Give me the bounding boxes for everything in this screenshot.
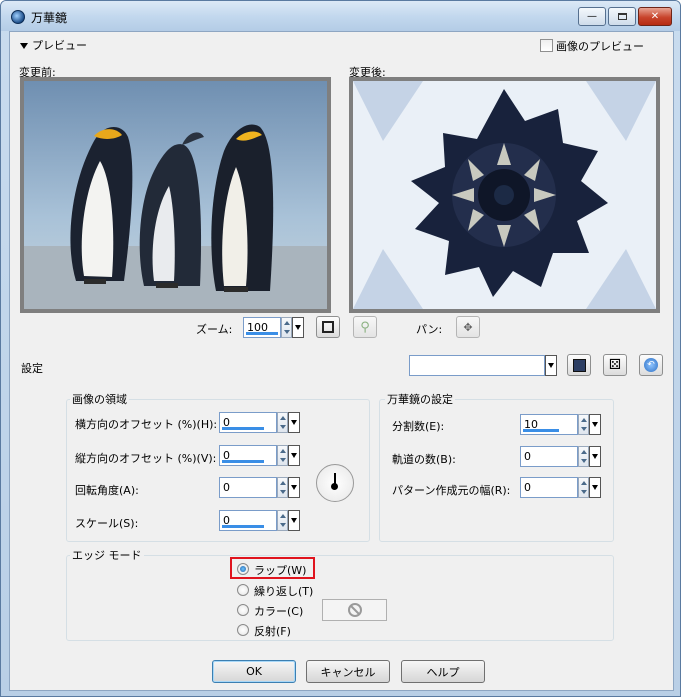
v-offset-bar [222, 460, 264, 463]
edge-reflect-radio[interactable] [237, 624, 249, 636]
maximize-icon [617, 13, 627, 20]
edge-reflect-label: 反射(F) [254, 625, 291, 638]
no-color-icon [347, 603, 362, 617]
pattern-width-dropdown[interactable] [589, 477, 601, 498]
dice-icon: ⚄ [608, 357, 622, 373]
scale-dropdown[interactable] [288, 510, 300, 531]
rotation-dropdown[interactable] [288, 477, 300, 498]
divisions-input[interactable]: 10 [520, 414, 578, 435]
rotation-dial[interactable] [316, 464, 354, 502]
rotation-spinner[interactable] [277, 477, 288, 498]
close-icon: ✕ [650, 11, 660, 22]
rotation-label: 回転角度(A): [75, 484, 139, 497]
image-preview-label: 画像のプレビュー [556, 40, 644, 53]
penguins-image [24, 81, 327, 309]
rotation-input[interactable]: 0 [219, 477, 277, 498]
v-offset-input[interactable]: 0 [219, 445, 277, 466]
divisions-spinner[interactable] [578, 414, 589, 435]
zoom-bar [246, 332, 278, 335]
help-button[interactable]: ヘルプ [401, 660, 485, 683]
orbits-spinner[interactable] [578, 446, 589, 467]
pattern-width-label: パターン作成元の幅(R): [392, 484, 511, 497]
random-button[interactable]: ⚄ [603, 354, 627, 376]
edge-mode-group [66, 555, 614, 641]
window-title: 万華鏡 [31, 11, 68, 25]
preset-input[interactable] [409, 355, 545, 376]
title-bar[interactable]: 万華鏡 — ✕ [1, 1, 680, 31]
v-offset-spinner[interactable] [277, 445, 288, 466]
reset-button[interactable]: ↶ [639, 354, 663, 376]
divisions-bar [523, 429, 559, 432]
edge-wrap-radio[interactable] [237, 563, 249, 575]
scale-spinner[interactable] [277, 510, 288, 531]
pan-label: パン: [416, 323, 443, 336]
app-icon [11, 10, 25, 24]
orbits-input[interactable]: 0 [520, 446, 578, 467]
orbits-value: 0 [524, 450, 531, 463]
rotation-value: 0 [223, 481, 230, 494]
image-preview-checkbox[interactable] [540, 39, 553, 52]
h-offset-spinner[interactable] [277, 412, 288, 433]
dialog-window: 万華鏡 — ✕ プレビュー 画像のプレビュー 変更前: 変更後: ズーム: 10… [0, 0, 681, 697]
pan-icon: ✥ [463, 320, 473, 334]
maximize-button[interactable] [608, 7, 636, 26]
minimize-button[interactable]: — [578, 7, 606, 26]
pattern-width-spinner[interactable] [578, 477, 589, 498]
edge-repeat-radio[interactable] [237, 584, 249, 596]
scale-input[interactable]: 0 [219, 510, 277, 531]
edge-color-swatch[interactable] [322, 599, 387, 621]
zoom-fit-button[interactable] [316, 316, 340, 338]
h-offset-dropdown[interactable] [288, 412, 300, 433]
edge-color-radio[interactable] [237, 604, 249, 616]
dialog-client: プレビュー 画像のプレビュー 変更前: 変更後: ズーム: 100 ⚲ パン: … [9, 31, 674, 691]
v-offset-label: 縦方向のオフセット (%)(V): [75, 452, 217, 465]
edge-repeat-label: 繰り返し(T) [254, 585, 314, 598]
zoom-fit-icon [322, 321, 334, 333]
h-offset-bar [222, 427, 264, 430]
preview-toggle[interactable]: プレビュー [20, 37, 87, 53]
zoom-dropdown[interactable] [292, 317, 304, 338]
edge-color-label: カラー(C) [254, 605, 304, 618]
reset-arrow-icon: ↶ [644, 358, 658, 372]
v-offset-dropdown[interactable] [288, 445, 300, 466]
zoom-spinner[interactable] [281, 317, 292, 338]
minimize-icon: — [587, 11, 597, 22]
cancel-button[interactable]: キャンセル [306, 660, 390, 683]
floppy-disk-icon [572, 358, 586, 372]
preset-dropdown[interactable] [545, 355, 557, 376]
scale-bar [222, 525, 264, 528]
kaleidoscope-image [353, 81, 656, 309]
divisions-label: 分割数(E): [392, 420, 445, 433]
h-offset-input[interactable]: 0 [219, 412, 277, 433]
ok-button[interactable]: OK [212, 660, 296, 683]
after-image[interactable] [349, 77, 660, 313]
orbits-label: 軌道の数(B): [392, 453, 456, 466]
pattern-width-value: 0 [524, 481, 531, 494]
settings-label: 設定 [21, 362, 43, 375]
orbits-dropdown[interactable] [589, 446, 601, 467]
close-button[interactable]: ✕ [638, 7, 672, 26]
triangle-down-icon [20, 43, 28, 49]
zoom-input[interactable]: 100 [243, 317, 281, 338]
magnifier-icon: ⚲ [360, 319, 370, 335]
zoom-actual-button[interactable]: ⚲ [353, 316, 377, 338]
edge-mode-title: エッジ モード [70, 547, 144, 563]
before-image[interactable] [20, 77, 331, 313]
kaleidoscope-settings-title: 万華鏡の設定 [385, 391, 455, 407]
h-offset-label: 横方向のオフセット (%)(H): [75, 418, 218, 431]
preview-toggle-label: プレビュー [32, 39, 87, 52]
image-region-title: 画像の領域 [70, 391, 129, 407]
zoom-label: ズーム: [196, 323, 233, 336]
edge-wrap-label: ラップ(W) [254, 564, 307, 577]
divisions-dropdown[interactable] [589, 414, 601, 435]
save-preset-button[interactable] [567, 354, 591, 376]
dial-center-icon [331, 483, 338, 490]
pan-button[interactable]: ✥ [456, 316, 480, 338]
scale-label: スケール(S): [75, 517, 139, 530]
pattern-width-input[interactable]: 0 [520, 477, 578, 498]
